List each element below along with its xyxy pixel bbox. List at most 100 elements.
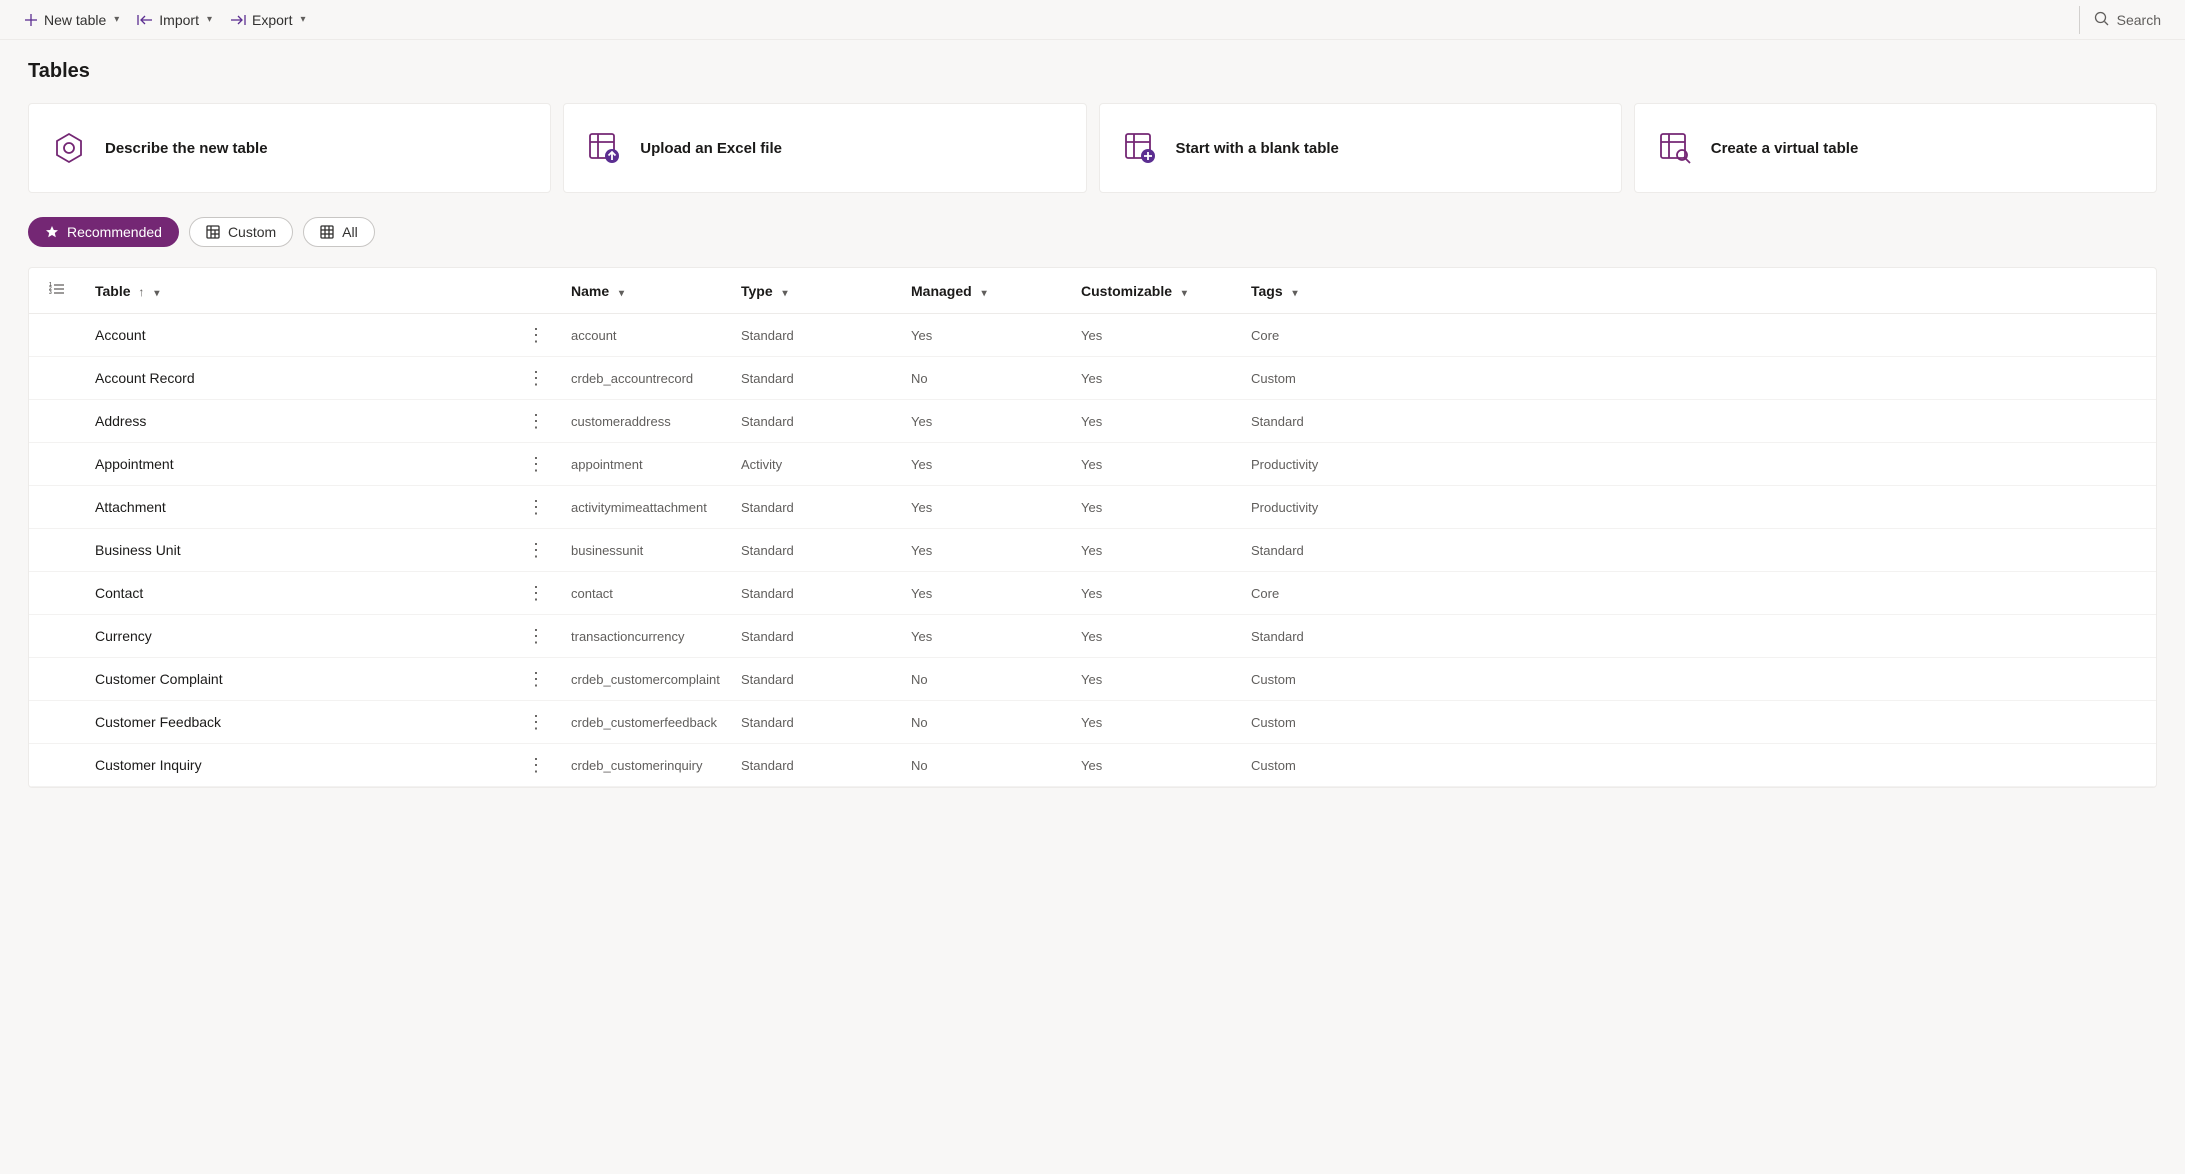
row-more-button[interactable]: ⋮	[515, 486, 561, 529]
cell-table-display[interactable]: Customer Feedback	[85, 701, 515, 744]
row-more-button[interactable]: ⋮	[515, 357, 561, 400]
cell-name: crdeb_customerfeedback	[561, 701, 731, 744]
more-vertical-icon: ⋮	[527, 325, 545, 345]
cell-name: appointment	[561, 443, 731, 486]
cell-tags: Custom	[1241, 701, 2156, 744]
table-row[interactable]: Customer Feedback⋮crdeb_customerfeedback…	[29, 701, 2156, 744]
export-button[interactable]: Export ▾	[230, 12, 306, 28]
copilot-icon	[51, 130, 87, 166]
row-more-button[interactable]: ⋮	[515, 400, 561, 443]
card-virtual-table[interactable]: Create a virtual table	[1634, 103, 2157, 193]
cell-customizable: Yes	[1071, 357, 1241, 400]
cell-customizable: Yes	[1071, 744, 1241, 787]
table-row[interactable]: Attachment⋮activitymimeattachmentStandar…	[29, 486, 2156, 529]
cell-customizable: Yes	[1071, 443, 1241, 486]
cell-name: activitymimeattachment	[561, 486, 731, 529]
row-more-button[interactable]: ⋮	[515, 701, 561, 744]
cell-tags: Standard	[1241, 529, 2156, 572]
cell-tags: Productivity	[1241, 443, 2156, 486]
row-more-button[interactable]: ⋮	[515, 443, 561, 486]
pill-label: Recommended	[67, 224, 162, 240]
column-header-name[interactable]: Name ▾	[561, 268, 731, 314]
card-describe-table[interactable]: Describe the new table	[28, 103, 551, 193]
more-vertical-icon: ⋮	[527, 497, 545, 517]
table-row[interactable]: Contact⋮contactStandardYesYesCore	[29, 572, 2156, 615]
cell-name: crdeb_accountrecord	[561, 357, 731, 400]
cell-managed: Yes	[901, 443, 1071, 486]
row-more-button[interactable]: ⋮	[515, 572, 561, 615]
row-more-button[interactable]: ⋮	[515, 744, 561, 787]
filter-pills: Recommended Custom All	[28, 217, 2157, 247]
pill-custom[interactable]: Custom	[189, 217, 293, 247]
table-row[interactable]: Address⋮customeraddressStandardYesYesSta…	[29, 400, 2156, 443]
svg-text:3: 3	[49, 290, 52, 296]
row-number-column[interactable]: 123	[29, 268, 85, 314]
cell-table-display[interactable]: Appointment	[85, 443, 515, 486]
cell-managed: No	[901, 701, 1071, 744]
cell-table-display[interactable]: Attachment	[85, 486, 515, 529]
row-more-button[interactable]: ⋮	[515, 314, 561, 357]
search-button[interactable]: Search	[2094, 11, 2161, 29]
cell-table-display[interactable]: Currency	[85, 615, 515, 658]
column-header-managed[interactable]: Managed ▾	[901, 268, 1071, 314]
card-blank-table[interactable]: Start with a blank table	[1099, 103, 1622, 193]
chevron-down-icon: ▾	[207, 14, 212, 25]
column-header-customizable[interactable]: Customizable ▾	[1071, 268, 1241, 314]
create-cards-row: Describe the new table Upload an Excel f…	[28, 103, 2157, 193]
column-header-type[interactable]: Type ▾	[731, 268, 901, 314]
cell-name: businessunit	[561, 529, 731, 572]
cell-table-display[interactable]: Business Unit	[85, 529, 515, 572]
cell-table-display[interactable]: Address	[85, 400, 515, 443]
table-row[interactable]: Appointment⋮appointmentActivityYesYesPro…	[29, 443, 2156, 486]
cell-table-display[interactable]: Customer Complaint	[85, 658, 515, 701]
import-button[interactable]: Import ▾	[137, 12, 212, 28]
search-icon	[2094, 11, 2109, 29]
more-vertical-icon: ⋮	[527, 626, 545, 646]
import-icon	[137, 13, 153, 27]
column-header-table[interactable]: Table ↑ ▾	[85, 268, 515, 314]
table-row[interactable]: Customer Complaint⋮crdeb_customercomplai…	[29, 658, 2156, 701]
table-row[interactable]: Business Unit⋮businessunitStandardYesYes…	[29, 529, 2156, 572]
cell-tags: Standard	[1241, 615, 2156, 658]
card-label: Upload an Excel file	[640, 140, 782, 157]
table-row[interactable]: Account Record⋮crdeb_accountrecordStanda…	[29, 357, 2156, 400]
pill-recommended[interactable]: Recommended	[28, 217, 179, 247]
table-search-icon	[1657, 130, 1693, 166]
cell-managed: No	[901, 357, 1071, 400]
column-label: Name	[571, 283, 609, 299]
row-more-button[interactable]: ⋮	[515, 658, 561, 701]
column-label: Customizable	[1081, 283, 1172, 299]
new-table-button[interactable]: New table ▾	[24, 12, 119, 28]
cell-table-display[interactable]: Contact	[85, 572, 515, 615]
page-title: Tables	[28, 60, 2157, 83]
table-row[interactable]: Customer Inquiry⋮crdeb_customerinquirySt…	[29, 744, 2156, 787]
cell-table-display[interactable]: Customer Inquiry	[85, 744, 515, 787]
cell-name: contact	[561, 572, 731, 615]
more-vertical-icon: ⋮	[527, 454, 545, 474]
column-header-tags[interactable]: Tags ▾	[1241, 268, 2156, 314]
pill-label: All	[342, 224, 358, 240]
more-vertical-icon: ⋮	[527, 669, 545, 689]
table-add-icon	[1122, 130, 1158, 166]
more-vertical-icon: ⋮	[527, 755, 545, 775]
grid-icon	[320, 225, 334, 239]
grid-plus-icon	[206, 225, 220, 239]
row-more-button[interactable]: ⋮	[515, 529, 561, 572]
cell-table-display[interactable]: Account Record	[85, 357, 515, 400]
table-row[interactable]: Currency⋮transactioncurrencyStandardYesY…	[29, 615, 2156, 658]
row-more-button[interactable]: ⋮	[515, 615, 561, 658]
cell-customizable: Yes	[1071, 615, 1241, 658]
card-label: Describe the new table	[105, 140, 268, 157]
cell-name: crdeb_customerinquiry	[561, 744, 731, 787]
more-vertical-icon: ⋮	[527, 368, 545, 388]
card-upload-excel[interactable]: Upload an Excel file	[563, 103, 1086, 193]
cell-managed: Yes	[901, 314, 1071, 357]
table-row[interactable]: Account⋮accountStandardYesYesCore	[29, 314, 2156, 357]
column-label: Tags	[1251, 283, 1283, 299]
chevron-down-icon: ▾	[154, 288, 159, 299]
cell-table-display[interactable]: Account	[85, 314, 515, 357]
plus-icon	[24, 13, 38, 27]
cell-tags: Core	[1241, 314, 2156, 357]
cell-tags: Productivity	[1241, 486, 2156, 529]
pill-all[interactable]: All	[303, 217, 375, 247]
